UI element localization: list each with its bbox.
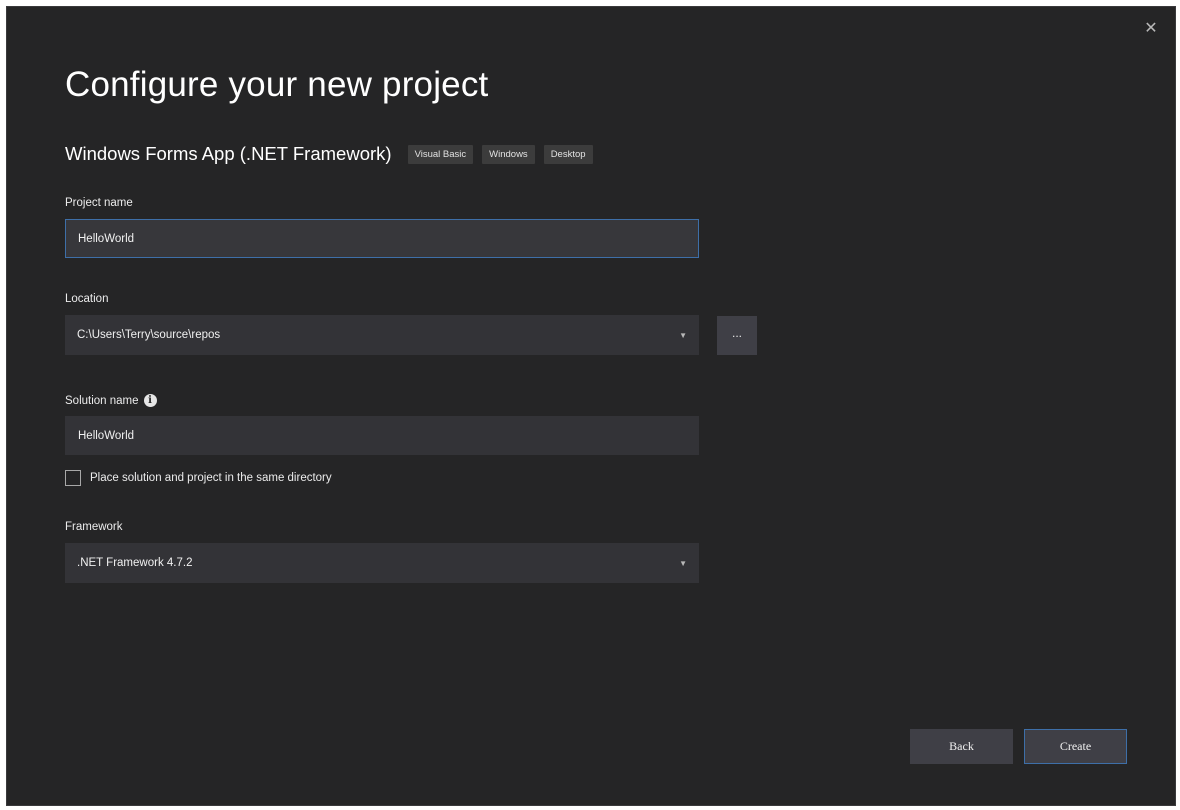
- template-summary: Windows Forms App (.NET Framework) Visua…: [65, 141, 602, 167]
- chevron-down-icon: ▼: [679, 558, 687, 568]
- framework-value: .NET Framework 4.7.2: [77, 557, 193, 569]
- chevron-down-icon: ▼: [679, 330, 687, 340]
- same-directory-checkbox[interactable]: [65, 470, 81, 486]
- browse-location-button[interactable]: ...: [717, 316, 757, 355]
- create-button[interactable]: Create: [1024, 729, 1127, 764]
- location-label: Location: [65, 293, 109, 305]
- close-icon[interactable]: ✕: [1141, 19, 1161, 39]
- configure-project-dialog: ✕ Configure your new project Windows For…: [6, 6, 1176, 806]
- project-name-label: Project name: [65, 197, 133, 209]
- page-title: Configure your new project: [65, 65, 489, 104]
- info-icon[interactable]: i: [143, 394, 157, 407]
- solution-name-label: Solution name: [65, 394, 139, 407]
- same-directory-label: Place solution and project in the same d…: [90, 472, 332, 484]
- same-directory-option[interactable]: Place solution and project in the same d…: [65, 470, 332, 486]
- project-name-input[interactable]: [65, 219, 699, 258]
- solution-name-label-row: Solution name i: [65, 394, 157, 407]
- location-value: C:\Users\Terry\source\repos: [77, 329, 221, 341]
- tag-project-type: Desktop: [543, 144, 593, 164]
- location-combobox[interactable]: C:\Users\Terry\source\repos ▼: [65, 315, 699, 355]
- back-button[interactable]: Back: [910, 729, 1013, 764]
- tag-language: Visual Basic: [407, 144, 474, 164]
- framework-combobox[interactable]: .NET Framework 4.7.2 ▼: [65, 543, 699, 583]
- tag-platform: Windows: [482, 144, 535, 164]
- template-name: Windows Forms App (.NET Framework): [65, 143, 392, 164]
- solution-name-input[interactable]: [65, 416, 699, 455]
- framework-label: Framework: [65, 521, 123, 533]
